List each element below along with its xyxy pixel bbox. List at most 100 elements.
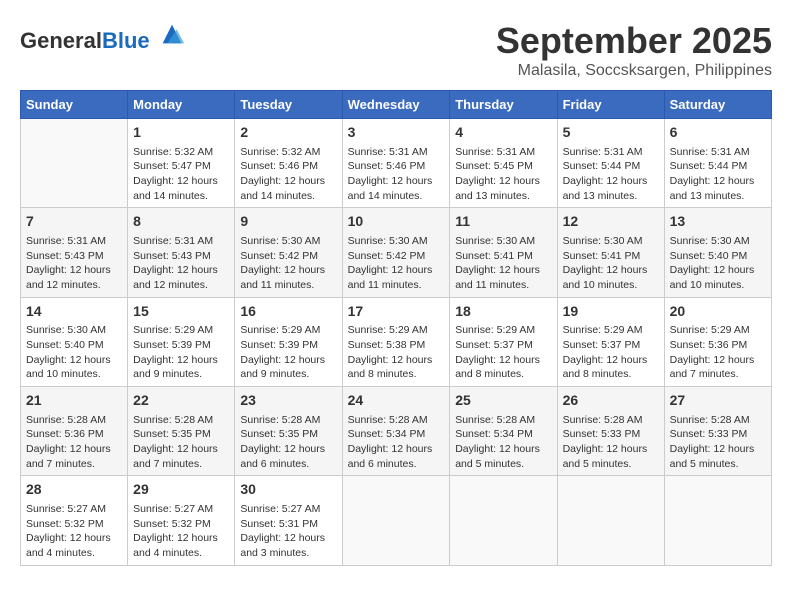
calendar-week-2: 7Sunrise: 5:31 AM Sunset: 5:43 PM Daylig… [21, 208, 772, 297]
day-number: 22 [133, 391, 229, 411]
calendar-cell: 2Sunrise: 5:32 AM Sunset: 5:46 PM Daylig… [235, 119, 342, 208]
calendar-cell: 5Sunrise: 5:31 AM Sunset: 5:44 PM Daylig… [557, 119, 664, 208]
calendar-cell: 14Sunrise: 5:30 AM Sunset: 5:40 PM Dayli… [21, 297, 128, 386]
day-number: 5 [563, 123, 659, 143]
subtitle: Malasila, Soccsksargen, Philippines [496, 62, 772, 80]
calendar-cell [557, 476, 664, 565]
day-number: 9 [240, 212, 336, 232]
logo-general: General [20, 28, 102, 53]
calendar-cell: 6Sunrise: 5:31 AM Sunset: 5:44 PM Daylig… [664, 119, 771, 208]
calendar-cell [450, 476, 557, 565]
weekday-monday: Monday [128, 91, 235, 119]
day-number: 7 [26, 212, 122, 232]
day-detail: Sunrise: 5:28 AM Sunset: 5:33 PM Dayligh… [563, 413, 659, 472]
day-detail: Sunrise: 5:29 AM Sunset: 5:39 PM Dayligh… [133, 323, 229, 382]
day-number: 1 [133, 123, 229, 143]
calendar-cell: 15Sunrise: 5:29 AM Sunset: 5:39 PM Dayli… [128, 297, 235, 386]
day-number: 16 [240, 302, 336, 322]
calendar-week-5: 28Sunrise: 5:27 AM Sunset: 5:32 PM Dayli… [21, 476, 772, 565]
day-detail: Sunrise: 5:28 AM Sunset: 5:36 PM Dayligh… [26, 413, 122, 472]
day-detail: Sunrise: 5:29 AM Sunset: 5:37 PM Dayligh… [455, 323, 551, 382]
calendar-week-4: 21Sunrise: 5:28 AM Sunset: 5:36 PM Dayli… [21, 387, 772, 476]
calendar-cell: 3Sunrise: 5:31 AM Sunset: 5:46 PM Daylig… [342, 119, 450, 208]
calendar-cell: 12Sunrise: 5:30 AM Sunset: 5:41 PM Dayli… [557, 208, 664, 297]
day-detail: Sunrise: 5:32 AM Sunset: 5:46 PM Dayligh… [240, 145, 336, 204]
calendar-week-3: 14Sunrise: 5:30 AM Sunset: 5:40 PM Dayli… [21, 297, 772, 386]
day-detail: Sunrise: 5:31 AM Sunset: 5:43 PM Dayligh… [26, 234, 122, 293]
calendar-body: 1Sunrise: 5:32 AM Sunset: 5:47 PM Daylig… [21, 119, 772, 566]
calendar-cell [21, 119, 128, 208]
calendar-cell: 13Sunrise: 5:30 AM Sunset: 5:40 PM Dayli… [664, 208, 771, 297]
day-detail: Sunrise: 5:30 AM Sunset: 5:42 PM Dayligh… [240, 234, 336, 293]
day-detail: Sunrise: 5:30 AM Sunset: 5:42 PM Dayligh… [348, 234, 445, 293]
day-detail: Sunrise: 5:27 AM Sunset: 5:31 PM Dayligh… [240, 502, 336, 561]
month-title: September 2025 [496, 20, 772, 62]
day-detail: Sunrise: 5:29 AM Sunset: 5:39 PM Dayligh… [240, 323, 336, 382]
logo: GeneralBlue [20, 20, 186, 53]
weekday-wednesday: Wednesday [342, 91, 450, 119]
calendar-cell: 9Sunrise: 5:30 AM Sunset: 5:42 PM Daylig… [235, 208, 342, 297]
day-detail: Sunrise: 5:30 AM Sunset: 5:41 PM Dayligh… [563, 234, 659, 293]
day-detail: Sunrise: 5:32 AM Sunset: 5:47 PM Dayligh… [133, 145, 229, 204]
day-number: 3 [348, 123, 445, 143]
weekday-thursday: Thursday [450, 91, 557, 119]
calendar-cell: 10Sunrise: 5:30 AM Sunset: 5:42 PM Dayli… [342, 208, 450, 297]
day-detail: Sunrise: 5:31 AM Sunset: 5:46 PM Dayligh… [348, 145, 445, 204]
day-detail: Sunrise: 5:31 AM Sunset: 5:44 PM Dayligh… [670, 145, 766, 204]
calendar-cell [664, 476, 771, 565]
weekday-friday: Friday [557, 91, 664, 119]
calendar-cell: 26Sunrise: 5:28 AM Sunset: 5:33 PM Dayli… [557, 387, 664, 476]
calendar-cell: 20Sunrise: 5:29 AM Sunset: 5:36 PM Dayli… [664, 297, 771, 386]
calendar-cell: 28Sunrise: 5:27 AM Sunset: 5:32 PM Dayli… [21, 476, 128, 565]
day-detail: Sunrise: 5:28 AM Sunset: 5:34 PM Dayligh… [348, 413, 445, 472]
day-number: 17 [348, 302, 445, 322]
weekday-sunday: Sunday [21, 91, 128, 119]
calendar-cell: 25Sunrise: 5:28 AM Sunset: 5:34 PM Dayli… [450, 387, 557, 476]
day-number: 20 [670, 302, 766, 322]
day-detail: Sunrise: 5:31 AM Sunset: 5:43 PM Dayligh… [133, 234, 229, 293]
day-number: 14 [26, 302, 122, 322]
day-detail: Sunrise: 5:27 AM Sunset: 5:32 PM Dayligh… [133, 502, 229, 561]
calendar-cell: 18Sunrise: 5:29 AM Sunset: 5:37 PM Dayli… [450, 297, 557, 386]
day-detail: Sunrise: 5:29 AM Sunset: 5:37 PM Dayligh… [563, 323, 659, 382]
day-detail: Sunrise: 5:29 AM Sunset: 5:36 PM Dayligh… [670, 323, 766, 382]
calendar-cell: 17Sunrise: 5:29 AM Sunset: 5:38 PM Dayli… [342, 297, 450, 386]
day-number: 2 [240, 123, 336, 143]
day-number: 15 [133, 302, 229, 322]
day-detail: Sunrise: 5:28 AM Sunset: 5:35 PM Dayligh… [133, 413, 229, 472]
calendar-cell: 4Sunrise: 5:31 AM Sunset: 5:45 PM Daylig… [450, 119, 557, 208]
weekday-tuesday: Tuesday [235, 91, 342, 119]
calendar-cell: 8Sunrise: 5:31 AM Sunset: 5:43 PM Daylig… [128, 208, 235, 297]
day-detail: Sunrise: 5:31 AM Sunset: 5:45 PM Dayligh… [455, 145, 551, 204]
day-detail: Sunrise: 5:30 AM Sunset: 5:40 PM Dayligh… [26, 323, 122, 382]
calendar-week-1: 1Sunrise: 5:32 AM Sunset: 5:47 PM Daylig… [21, 119, 772, 208]
day-detail: Sunrise: 5:29 AM Sunset: 5:38 PM Dayligh… [348, 323, 445, 382]
day-detail: Sunrise: 5:30 AM Sunset: 5:41 PM Dayligh… [455, 234, 551, 293]
calendar-cell: 22Sunrise: 5:28 AM Sunset: 5:35 PM Dayli… [128, 387, 235, 476]
calendar-cell: 21Sunrise: 5:28 AM Sunset: 5:36 PM Dayli… [21, 387, 128, 476]
calendar-cell: 29Sunrise: 5:27 AM Sunset: 5:32 PM Dayli… [128, 476, 235, 565]
day-detail: Sunrise: 5:27 AM Sunset: 5:32 PM Dayligh… [26, 502, 122, 561]
weekday-header-row: SundayMondayTuesdayWednesdayThursdayFrid… [21, 91, 772, 119]
day-number: 29 [133, 480, 229, 500]
calendar-cell: 1Sunrise: 5:32 AM Sunset: 5:47 PM Daylig… [128, 119, 235, 208]
day-number: 23 [240, 391, 336, 411]
day-number: 28 [26, 480, 122, 500]
day-number: 8 [133, 212, 229, 232]
day-detail: Sunrise: 5:30 AM Sunset: 5:40 PM Dayligh… [670, 234, 766, 293]
calendar-cell: 7Sunrise: 5:31 AM Sunset: 5:43 PM Daylig… [21, 208, 128, 297]
day-detail: Sunrise: 5:28 AM Sunset: 5:33 PM Dayligh… [670, 413, 766, 472]
calendar-cell: 24Sunrise: 5:28 AM Sunset: 5:34 PM Dayli… [342, 387, 450, 476]
page-header: GeneralBlue September 2025 Malasila, Soc… [20, 20, 772, 80]
calendar-cell: 11Sunrise: 5:30 AM Sunset: 5:41 PM Dayli… [450, 208, 557, 297]
logo-icon [158, 20, 186, 48]
logo-blue: Blue [102, 28, 150, 53]
day-number: 21 [26, 391, 122, 411]
weekday-saturday: Saturday [664, 91, 771, 119]
day-number: 4 [455, 123, 551, 143]
calendar-cell [342, 476, 450, 565]
day-number: 24 [348, 391, 445, 411]
calendar-cell: 16Sunrise: 5:29 AM Sunset: 5:39 PM Dayli… [235, 297, 342, 386]
calendar-cell: 19Sunrise: 5:29 AM Sunset: 5:37 PM Dayli… [557, 297, 664, 386]
day-number: 11 [455, 212, 551, 232]
